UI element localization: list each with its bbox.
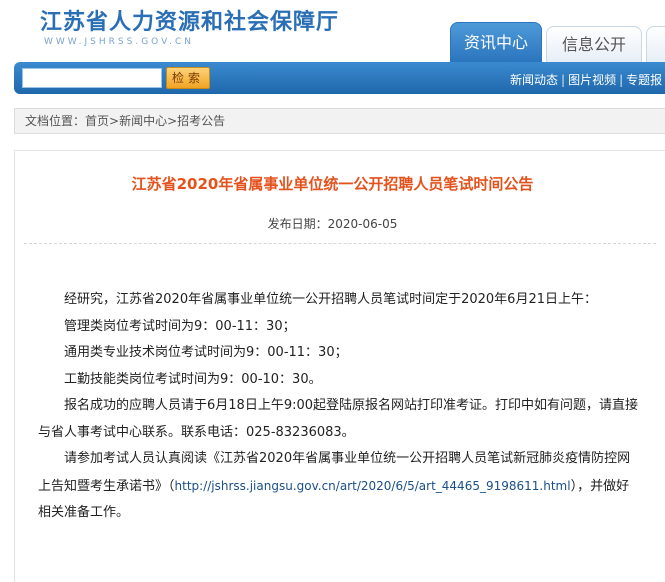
- article-list-item: 管理类岗位考试时间为9：00-11：30；: [64, 318, 296, 334]
- site-title: 江苏省人力资源和社会保障厅: [40, 9, 340, 35]
- site-header: 江苏省人力资源和社会保障厅 WWW.JSHRSS.GOV.CN 资讯中心 信息公…: [0, 0, 665, 62]
- search-button[interactable]: 检索: [166, 67, 210, 89]
- quick-links: 新闻动态 | 图片视频 | 专题报: [510, 72, 662, 88]
- article-list-item: 通用类专业技术岗位考试时间为9：00-11：30；: [64, 345, 348, 360]
- tab-info-public[interactable]: 信息公开: [546, 26, 642, 62]
- tab-more[interactable]: [646, 26, 665, 62]
- link-news[interactable]: 新闻动态: [510, 73, 558, 87]
- breadcrumb: 文档位置：首页>新闻中心>招考公告: [25, 114, 225, 128]
- article-date: 发布日期：2020-06-05: [0, 216, 665, 232]
- breadcrumb-home[interactable]: 首页: [85, 114, 109, 128]
- tab-news-center[interactable]: 资讯中心: [450, 22, 542, 62]
- link-photo-video[interactable]: 图片视频: [568, 73, 616, 87]
- article-paragraph: 请参加考试人员认真阅读《江苏省2020年省属事业单位统一公开招聘人员笔试新冠肺炎…: [38, 446, 638, 527]
- site-logo[interactable]: 江苏省人力资源和社会保障厅 WWW.JSHRSS.GOV.CN: [40, 8, 339, 48]
- link-special-topic[interactable]: 专题报: [626, 73, 662, 87]
- breadcrumb-prefix: 文档位置：: [25, 114, 86, 128]
- date-value: 2020-06-05: [327, 217, 398, 231]
- article-paragraph: 报名成功的应聘人员请于6月18日上午9:00起登陆原报名网站打印准考证。打印中如…: [38, 398, 639, 440]
- breadcrumb-separator: >: [167, 114, 178, 128]
- link-separator: |: [619, 73, 624, 87]
- site-domain: WWW.JSHRSS.GOV.CN: [44, 37, 194, 47]
- article-title: 江苏省2020年省属事业单位统一公开招聘人员笔试时间公告: [131, 175, 534, 193]
- article-paragraph: 经研究，江苏省2020年省属事业单位统一公开招聘人员笔试时间定于2020年6月2…: [64, 292, 597, 307]
- notice-link[interactable]: http://jshrss.jiangsu.gov.cn/art/2020/6/…: [175, 479, 571, 493]
- link-separator: |: [561, 73, 566, 87]
- date-label: 发布日期：: [267, 217, 328, 231]
- article-body: 经研究，江苏省2020年省属事业单位统一公开招聘人员笔试时间定于2020年6月2…: [38, 287, 638, 527]
- article-divider: [24, 243, 656, 244]
- breadcrumb-separator: >: [109, 114, 120, 128]
- breadcrumb-bar: 文档位置：首页>新闻中心>招考公告: [14, 108, 665, 134]
- breadcrumb-recruitment[interactable]: 招考公告: [177, 114, 225, 128]
- search-input[interactable]: [22, 68, 162, 88]
- breadcrumb-news-center[interactable]: 新闻中心: [119, 114, 167, 128]
- nav-bar: 检索 新闻动态 | 图片视频 | 专题报: [14, 62, 665, 94]
- article-list-item: 工勤技能类岗位考试时间为9：00-10：30。: [64, 371, 322, 387]
